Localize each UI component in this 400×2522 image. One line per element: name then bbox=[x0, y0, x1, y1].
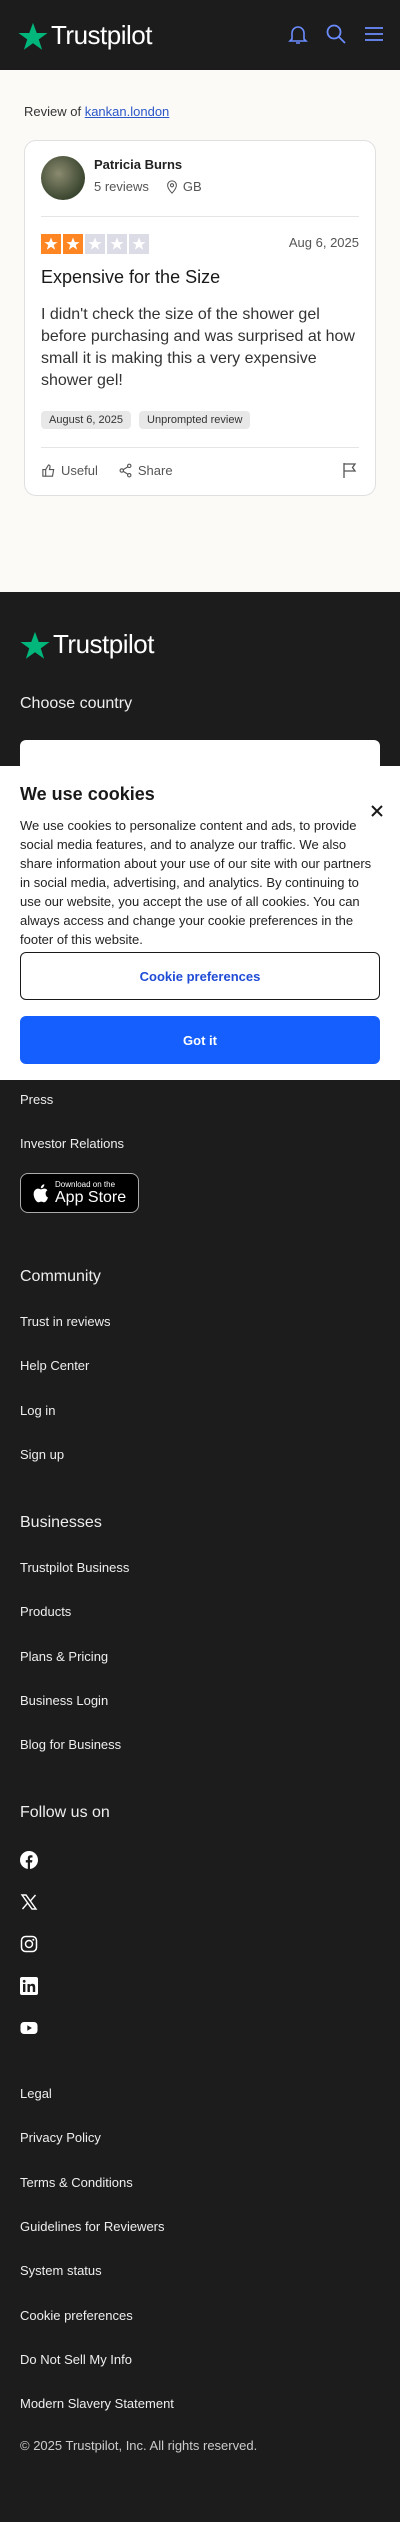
company-link[interactable]: kankan.london bbox=[85, 104, 170, 119]
star-filled-icon bbox=[41, 234, 61, 254]
app-store-large-text: App Store bbox=[55, 1189, 127, 1206]
bell-icon[interactable] bbox=[286, 22, 310, 46]
star-empty-icon bbox=[129, 234, 149, 254]
review-body: I didn't check the size of the shower ge… bbox=[41, 306, 355, 389]
menu-icon[interactable] bbox=[362, 22, 386, 46]
brand-name: Trustpilot bbox=[51, 20, 152, 50]
cookie-banner: We use cookies We use cookies to persona… bbox=[0, 766, 400, 1080]
footer-link-system-status[interactable]: System status bbox=[20, 2263, 102, 2278]
follow-us-heading: Follow us on bbox=[20, 1804, 110, 1821]
unprompted-tag: Unprompted review bbox=[139, 411, 251, 429]
footer-link-cookie-preferences[interactable]: Cookie preferences bbox=[20, 2308, 133, 2323]
avatar[interactable] bbox=[41, 156, 85, 200]
share-label: Share bbox=[137, 463, 173, 478]
review-count: 5 reviews bbox=[94, 179, 149, 194]
footer-link-do-not-sell[interactable]: Do Not Sell My Info bbox=[20, 2352, 132, 2367]
share-icon bbox=[119, 463, 132, 478]
footer-link-products[interactable]: Products bbox=[20, 1604, 71, 1619]
thumbs-up-icon bbox=[42, 464, 55, 477]
footer-link-terms-conditions[interactable]: Terms & Conditions bbox=[20, 2175, 133, 2190]
businesses-heading: Businesses bbox=[20, 1514, 102, 1531]
footer-link-modern-slavery[interactable]: Modern Slavery Statement bbox=[20, 2396, 174, 2411]
footer-link-business-login[interactable]: Business Login bbox=[20, 1693, 108, 1708]
date-tag: August 6, 2025 bbox=[41, 411, 132, 429]
share-button[interactable]: Share bbox=[118, 463, 173, 478]
card-divider bbox=[41, 447, 359, 448]
flag-icon[interactable] bbox=[341, 461, 359, 479]
copyright: © 2025 Trustpilot, Inc. All rights reser… bbox=[20, 2438, 258, 2453]
community-heading: Community bbox=[20, 1268, 101, 1285]
apple-icon bbox=[33, 1184, 48, 1203]
app-store-small-text: Download on the bbox=[55, 1180, 116, 1189]
star-empty-icon bbox=[107, 234, 127, 254]
cookie-text: We use cookies to personalize content an… bbox=[20, 818, 372, 947]
search-icon[interactable] bbox=[324, 22, 348, 46]
review-date: Aug 6, 2025 bbox=[288, 235, 359, 250]
useful-button[interactable]: Useful bbox=[41, 463, 98, 478]
useful-label: Useful bbox=[61, 463, 98, 478]
linkedin-icon[interactable] bbox=[20, 1977, 38, 1995]
footer-link-log-in[interactable]: Log in bbox=[20, 1403, 55, 1418]
star-rating bbox=[41, 234, 149, 254]
star-filled-icon bbox=[63, 234, 83, 254]
footer-link-investor-relations[interactable]: Investor Relations bbox=[20, 1136, 124, 1151]
footer-link-plans-pricing[interactable]: Plans & Pricing bbox=[20, 1649, 108, 1664]
footer-link-trustpilot-business[interactable]: Trustpilot Business bbox=[20, 1560, 129, 1575]
cookie-preferences-button[interactable]: Cookie preferences bbox=[20, 952, 380, 1000]
footer-link-press[interactable]: Press bbox=[20, 1092, 53, 1107]
footer-link-trust-in-reviews[interactable]: Trust in reviews bbox=[20, 1314, 111, 1329]
footer-link-help-center[interactable]: Help Center bbox=[20, 1358, 89, 1373]
review-of-label: Review of bbox=[24, 104, 82, 119]
footer-link-privacy-policy[interactable]: Privacy Policy bbox=[20, 2130, 101, 2145]
reviewer-name[interactable]: Patricia Burns bbox=[94, 157, 182, 172]
x-icon[interactable] bbox=[20, 1893, 38, 1911]
footer-brand-name: Trustpilot bbox=[53, 629, 154, 659]
trustpilot-star-icon bbox=[18, 22, 48, 50]
footer-link-legal[interactable]: Legal bbox=[20, 2086, 52, 2101]
footer-link-guidelines-for-reviewers[interactable]: Guidelines for Reviewers bbox=[20, 2219, 165, 2234]
cookie-title: We use cookies bbox=[20, 784, 155, 804]
top-header: Trustpilot bbox=[0, 0, 400, 70]
trustpilot-logo[interactable]: Trustpilot bbox=[18, 20, 152, 51]
facebook-icon[interactable] bbox=[20, 1851, 38, 1869]
instagram-icon[interactable] bbox=[20, 1935, 38, 1953]
star-empty-icon bbox=[85, 234, 105, 254]
reviewer-country: GB bbox=[182, 179, 202, 194]
review-card: Patricia Burns 5 reviews GB Aug 6, 2025 … bbox=[24, 140, 376, 496]
footer-logo[interactable]: Trustpilot bbox=[20, 629, 154, 660]
card-divider bbox=[41, 216, 359, 217]
got-it-button[interactable]: Got it bbox=[20, 1016, 380, 1064]
review-title: Expensive for the Size bbox=[41, 267, 221, 287]
app-store-badge[interactable]: Download on the App Store bbox=[20, 1173, 139, 1213]
footer-link-blog-for-business[interactable]: Blog for Business bbox=[20, 1737, 121, 1752]
reviewer-meta: 5 reviews GB bbox=[94, 179, 202, 194]
trustpilot-star-icon bbox=[20, 631, 50, 659]
footer-link-sign-up[interactable]: Sign up bbox=[20, 1447, 64, 1462]
location-pin-icon bbox=[167, 179, 177, 194]
choose-country-heading: Choose country bbox=[20, 695, 133, 712]
youtube-icon[interactable] bbox=[20, 2019, 38, 2037]
review-of-line: Review of kankan.london bbox=[24, 104, 169, 119]
